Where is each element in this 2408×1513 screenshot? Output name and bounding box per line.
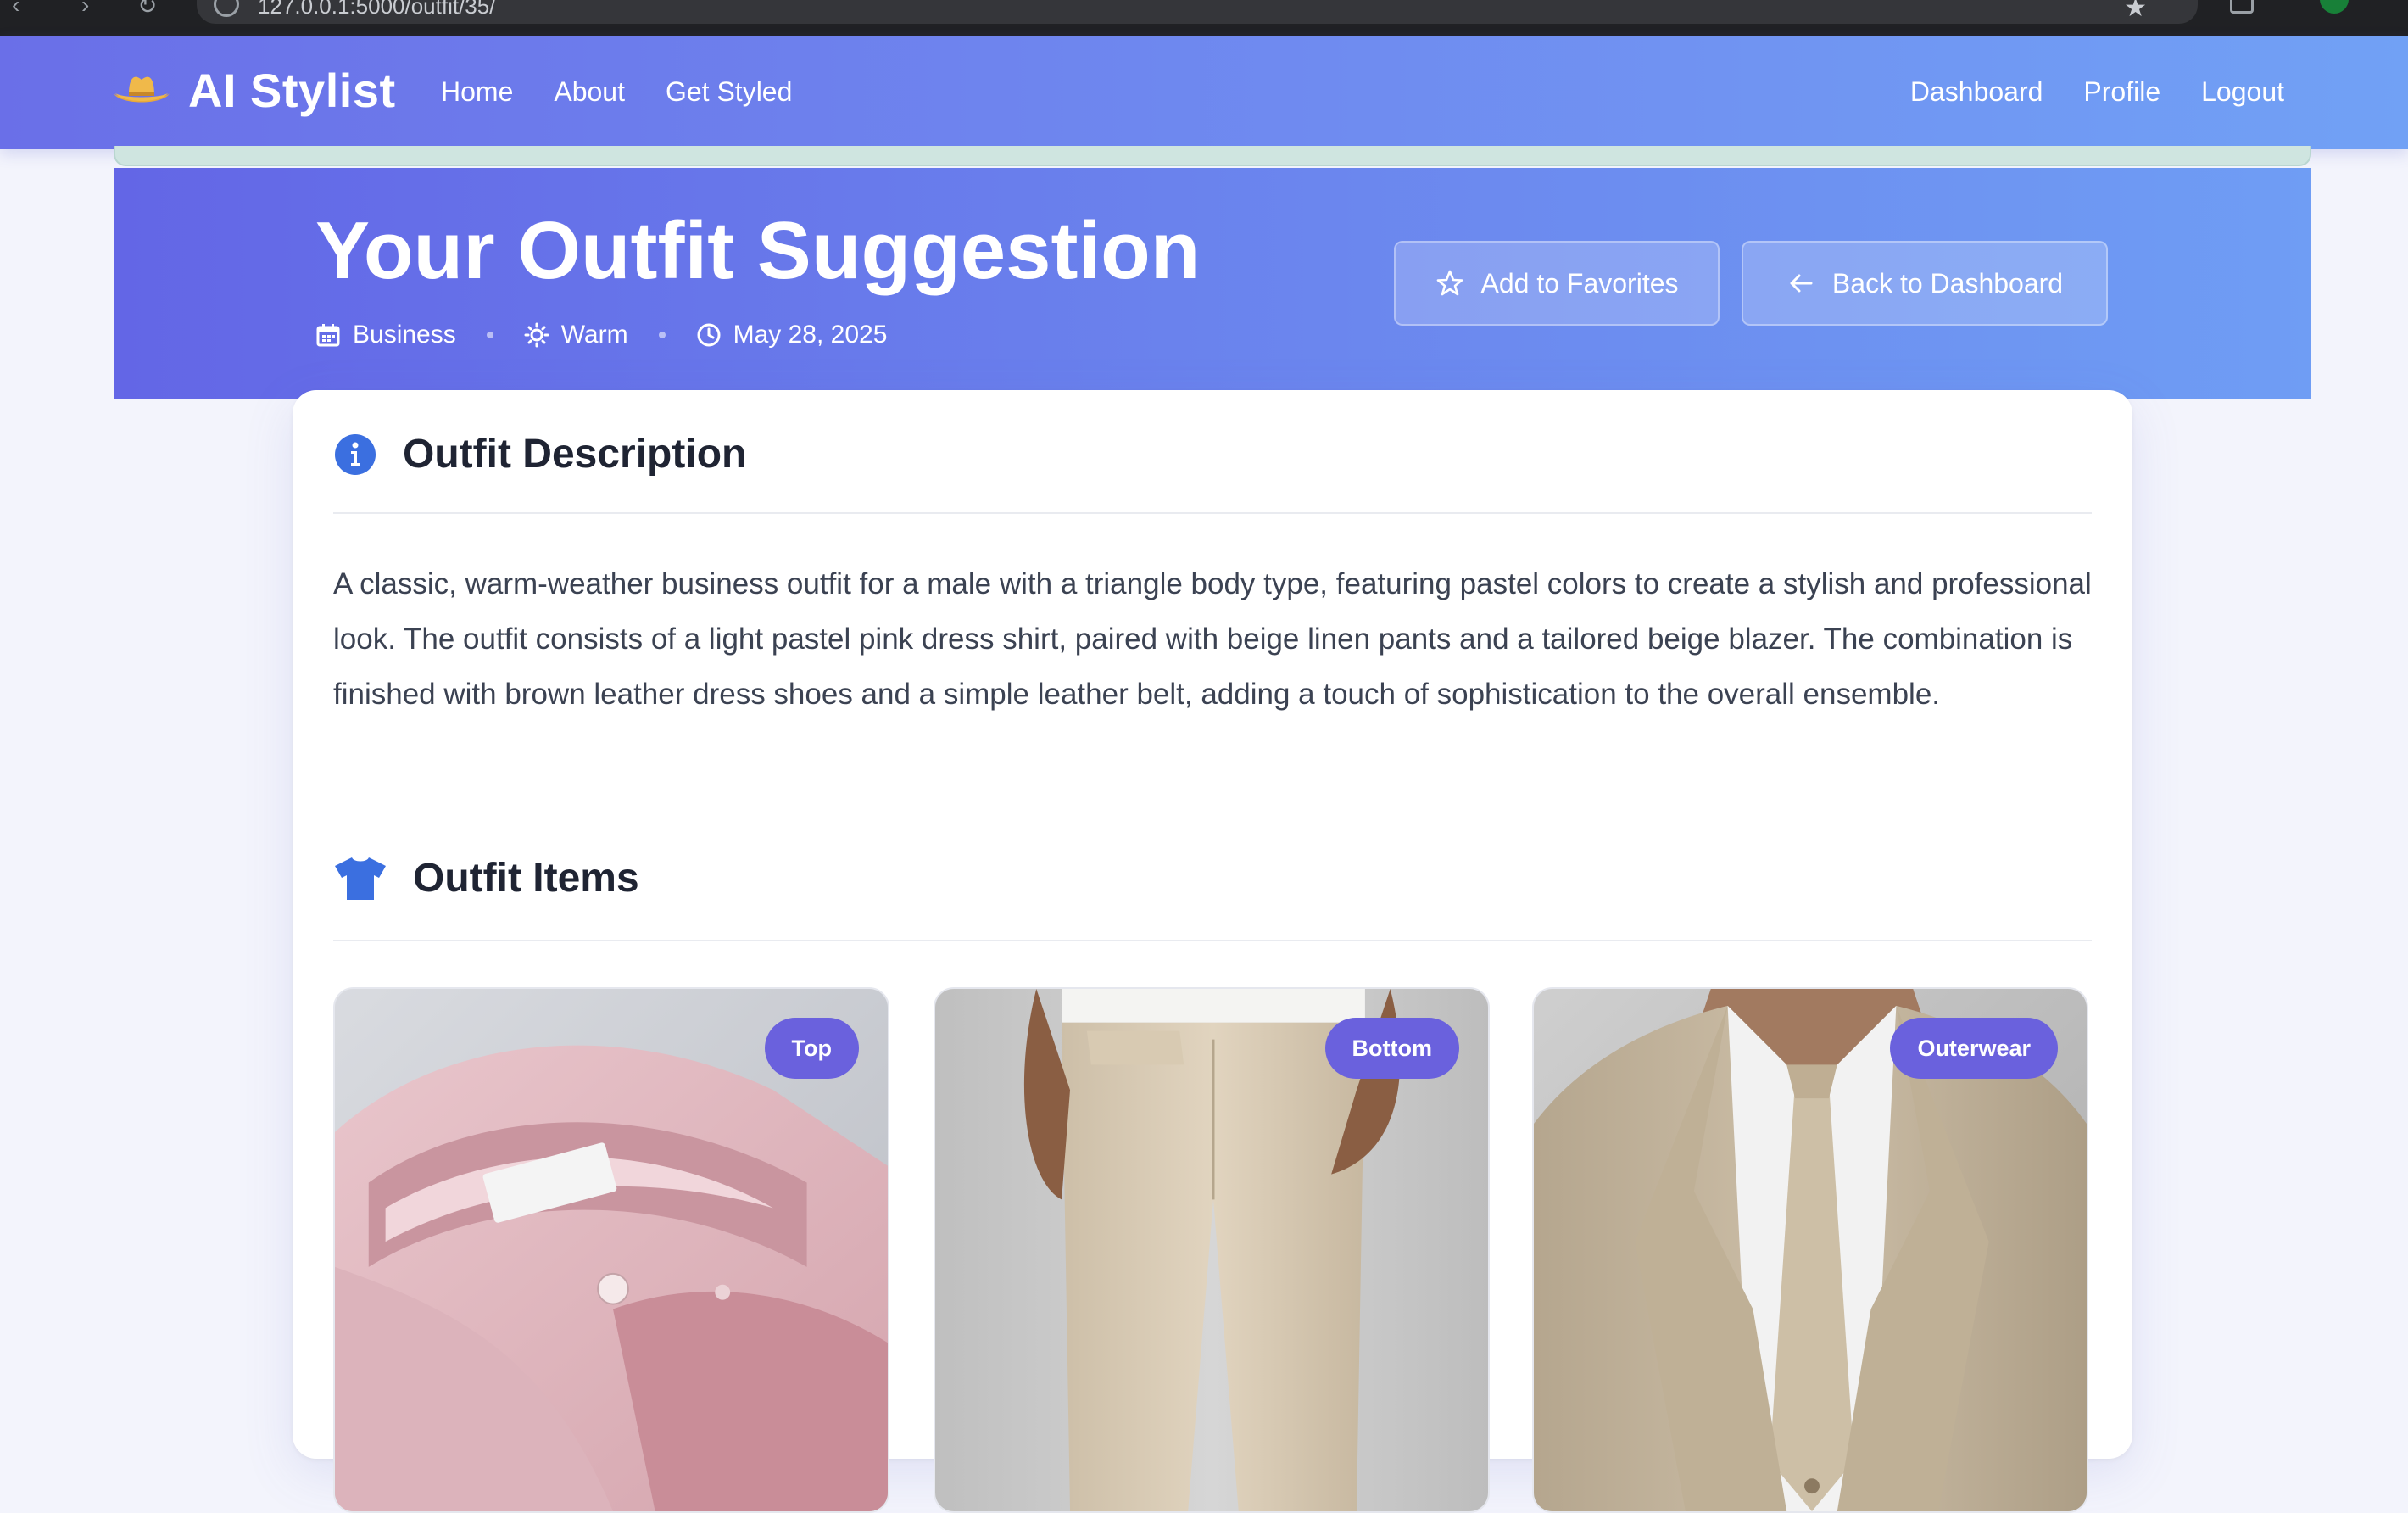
cowboy-hat-icon: [114, 76, 170, 102]
meta-weather: Warm: [524, 321, 628, 349]
address-text: 127.0.0.1:5000/outfit/35/: [258, 0, 496, 19]
tshirt-icon: [335, 857, 386, 900]
meta-date-text: May 28, 2025: [733, 321, 888, 349]
calendar-icon: [316, 324, 340, 347]
brand-logo[interactable]: AI Stylist: [112, 63, 396, 118]
flash-alert-strip: [114, 146, 2311, 166]
site-info-icon[interactable]: [214, 0, 239, 17]
bookmark-star-icon[interactable]: ★: [2124, 0, 2147, 23]
meta-occasion: Business: [315, 321, 456, 349]
outfit-hero: Your Outfit Suggestion Business Warm May…: [114, 168, 2311, 399]
meta-weather-text: Warm: [560, 321, 628, 349]
nav-profile-link[interactable]: Profile: [2083, 76, 2160, 108]
clock-icon: [697, 323, 721, 347]
nav-about-link[interactable]: About: [554, 76, 625, 108]
section-divider: [333, 940, 2092, 941]
items-title: Outfit Items: [413, 856, 639, 901]
nav-home-link[interactable]: Home: [441, 76, 513, 108]
item-category-badge: Outerwear: [1890, 1018, 2058, 1079]
browser-back-icon[interactable]: ‹: [12, 0, 20, 19]
profile-avatar[interactable]: [2320, 0, 2349, 14]
description-header: Outfit Description: [333, 431, 746, 477]
page-title: Your Outfit Suggestion: [315, 205, 1201, 296]
description-title: Outfit Description: [403, 432, 747, 477]
outfit-item-outerwear[interactable]: Outerwear: [1532, 987, 2088, 1513]
items-header: Outfit Items: [333, 855, 639, 902]
outfit-item-top[interactable]: Top: [333, 987, 889, 1513]
browser-chrome: ‹ › ↻ 127.0.0.1:5000/outfit/35/ ★: [0, 0, 2408, 36]
meta-occasion-text: Business: [353, 321, 456, 349]
outfit-description-text: A classic, warm-weather business outfit …: [333, 567, 2092, 711]
nav-dashboard-link[interactable]: Dashboard: [1910, 76, 2043, 108]
item-category-badge: Bottom: [1324, 1018, 1459, 1079]
meta-separator: [658, 332, 666, 338]
nav-right-links: Dashboard Profile Logout: [1910, 76, 2284, 108]
nav-logout-link[interactable]: Logout: [2201, 76, 2284, 108]
info-circle-icon: [335, 433, 376, 475]
browser-forward-icon[interactable]: ›: [81, 0, 89, 19]
outfit-detail-card: Outfit Description A classic, warm-weath…: [293, 390, 2132, 1513]
back-to-dashboard-button[interactable]: Back to Dashboard: [1742, 241, 2108, 326]
item-category-badge: Top: [764, 1018, 859, 1079]
star-outline-icon: [1436, 270, 1463, 296]
meta-date: May 28, 2025: [696, 321, 888, 349]
nav-get-styled-link[interactable]: Get Styled: [666, 76, 792, 108]
back-to-dashboard-label: Back to Dashboard: [1831, 267, 2064, 299]
brand-name: AI Stylist: [188, 64, 396, 117]
arrow-left-icon: [1790, 274, 1813, 293]
meta-separator: [486, 332, 493, 338]
outfit-item-bottom[interactable]: Bottom: [934, 987, 1490, 1513]
browser-reload-icon[interactable]: ↻: [137, 0, 157, 20]
sun-icon: [524, 322, 549, 348]
add-to-favorites-label: Add to Favorites: [1480, 267, 1679, 299]
top-navbar: AI Stylist Home About Get Styled Dashboa…: [0, 36, 2408, 149]
add-to-favorites-button[interactable]: Add to Favorites: [1394, 241, 1720, 326]
outfit-meta: Business Warm May 28, 2025: [315, 321, 887, 349]
address-bar[interactable]: 127.0.0.1:5000/outfit/35/ ★: [197, 0, 2198, 24]
nav-left-links: Home About Get Styled: [441, 76, 792, 108]
section-divider: [333, 512, 2092, 514]
tab-search-icon[interactable]: [2230, 0, 2254, 14]
